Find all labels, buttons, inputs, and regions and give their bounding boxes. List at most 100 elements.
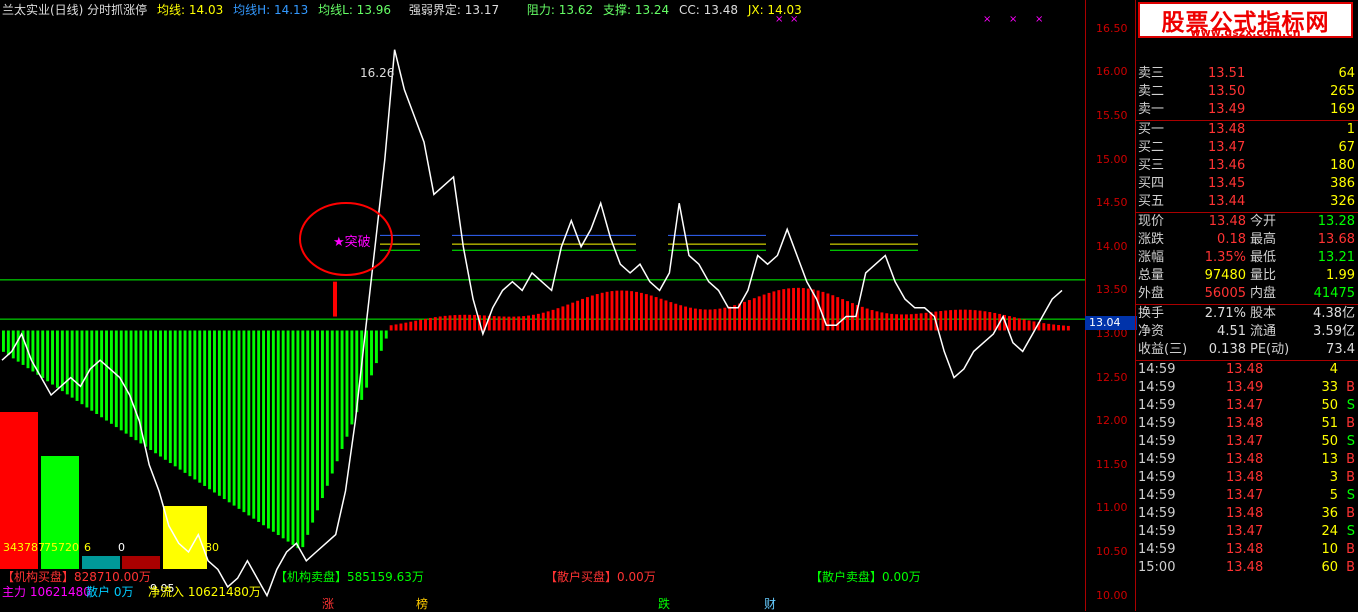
- volume-bar: [944, 310, 948, 331]
- quote-label: 涨跌: [1138, 232, 1165, 247]
- axis-tick: 14.00: [1096, 239, 1128, 253]
- volume-bar: [733, 305, 737, 331]
- tab-rank[interactable]: 榜: [416, 595, 428, 612]
- tick-price: 13.48: [1226, 542, 1264, 557]
- fund-label: 收益(三): [1138, 342, 1188, 357]
- volume-bar: [821, 291, 825, 331]
- volume-bar: [163, 330, 167, 460]
- sell-price: 13.49: [1208, 102, 1246, 117]
- volume-bar: [65, 330, 69, 395]
- volume-bar: [399, 323, 403, 331]
- signal-marker-icon: ×: [1009, 14, 1017, 25]
- tick-volume: 24: [1321, 524, 1338, 539]
- volume-bar: [276, 330, 280, 536]
- site-watermark: 股票公式指标网 www.gszx.com.cn: [1138, 2, 1353, 39]
- sell-volume: 265: [1330, 84, 1355, 99]
- quote-value: 41475: [1313, 286, 1355, 301]
- panel-row: 14:59 13.47 50 S: [1136, 397, 1358, 415]
- sell-price: 13.50: [1208, 84, 1246, 99]
- resistance-value: 阻力: 13.62: [526, 3, 594, 17]
- volume-bar: [247, 330, 251, 516]
- volume-bar: [414, 320, 418, 331]
- net-inflow-legend: 净流入 10621480万: [148, 585, 261, 599]
- volume-bar: [610, 291, 614, 331]
- buy-volume: 67: [1338, 140, 1355, 155]
- volume-bar: [350, 330, 354, 425]
- volume-bar: [193, 330, 197, 480]
- volume-bar: [213, 330, 216, 493]
- quote-label: 外盘: [1138, 286, 1165, 301]
- fund-value: 3.59亿: [1313, 324, 1355, 339]
- tick-direction: S: [1346, 398, 1355, 413]
- volume-bar: [890, 313, 894, 331]
- volume-bar: [419, 319, 423, 331]
- volume-bar: [291, 330, 295, 545]
- jx-value: JX: 14.03: [747, 3, 802, 17]
- tick-price: 13.48: [1226, 416, 1264, 431]
- ma-low-value: 均线L: 13.96: [318, 3, 392, 17]
- axis-tick: 10.50: [1096, 545, 1128, 559]
- fund-label: 净资: [1138, 324, 1165, 339]
- volume-bar: [438, 316, 442, 331]
- inst-sell-legend: 【机构卖盘】585159.63万: [275, 570, 424, 584]
- volume-bar: [517, 316, 521, 331]
- volume-bar: [993, 312, 997, 331]
- volume-bar: [1022, 319, 1026, 331]
- tick-price: 13.47: [1226, 434, 1264, 449]
- cc-value: CC: 13.48: [679, 3, 738, 17]
- tick-volume: 50: [1321, 398, 1338, 413]
- panel-row: 14:59 13.47 24 S: [1136, 523, 1358, 541]
- retail-legend: 散户 0万: [86, 585, 134, 599]
- intraday-chart[interactable]: ★突破 16.26 × × × × × 343787 75720 6 0 9.05 80 兰太实业(日线…: [0, 0, 1085, 611]
- tick-time: 14:59: [1138, 452, 1176, 467]
- volume-bar: [728, 306, 732, 331]
- volume-bar: [983, 311, 987, 331]
- sell-volume: 64: [1338, 66, 1355, 81]
- volume-bar: [168, 330, 172, 464]
- volume-bar: [85, 330, 89, 408]
- volume-bar: [286, 330, 290, 542]
- volume-bar: [924, 312, 928, 331]
- volume-bar: [566, 304, 570, 331]
- volume-bar: [217, 330, 221, 496]
- tab-rise[interactable]: 涨: [322, 595, 334, 612]
- tick-time: 14:59: [1138, 416, 1176, 431]
- volume-bar: [188, 330, 192, 477]
- chart-canvas[interactable]: ★突破16.26× × × × ×343787 75720 6 09.0580: [0, 0, 1085, 611]
- main-force-legend: 主力 10621480: [2, 585, 91, 599]
- volume-bar: [232, 330, 236, 506]
- volume-bar: [105, 330, 108, 421]
- panel-row: 15:00 13.48 60 B: [1136, 559, 1358, 577]
- volume-bar: [257, 330, 261, 522]
- peak-label: 16.26: [360, 66, 394, 80]
- breakout-bar: [333, 281, 337, 317]
- tick-direction: B: [1346, 506, 1355, 521]
- volume-bar: [536, 313, 540, 331]
- tab-fall[interactable]: 跌: [658, 595, 670, 612]
- axis-tick: 12.00: [1096, 414, 1128, 428]
- volume-bar: [674, 303, 678, 331]
- breakout-label: ★突破: [333, 234, 371, 250]
- volume-bar: [46, 330, 50, 382]
- panel-row: 买五 13.44 326: [1136, 193, 1358, 211]
- volume-bar: [1008, 316, 1011, 331]
- volume-bar: [512, 316, 516, 331]
- panel-row: 卖二 13.50 265: [1136, 83, 1358, 101]
- tick-volume: 13: [1321, 452, 1338, 467]
- volume-bar: [16, 330, 20, 362]
- axis-tick: 14.50: [1096, 196, 1128, 210]
- tick-price: 13.48: [1226, 362, 1264, 377]
- volume-bar: [173, 330, 177, 467]
- panel-row: 买三 13.46 180: [1136, 157, 1358, 175]
- fund-value: 73.4: [1326, 342, 1355, 357]
- panel-row: 卖三 13.51 64: [1136, 65, 1358, 83]
- tick-price: 13.48: [1226, 452, 1264, 467]
- volume-bar: [669, 302, 673, 331]
- fund-value: 4.51: [1217, 324, 1246, 339]
- tick-volume: 4: [1329, 362, 1338, 377]
- volume-bar: [556, 308, 560, 331]
- volume-bar: [497, 316, 501, 331]
- tab-finance[interactable]: 财: [764, 595, 776, 612]
- volume-bar: [904, 314, 908, 331]
- quote-panel: 卖三 13.51 64 卖二 13.50 265 卖一 13.49 169 买一 13…: [1135, 0, 1358, 611]
